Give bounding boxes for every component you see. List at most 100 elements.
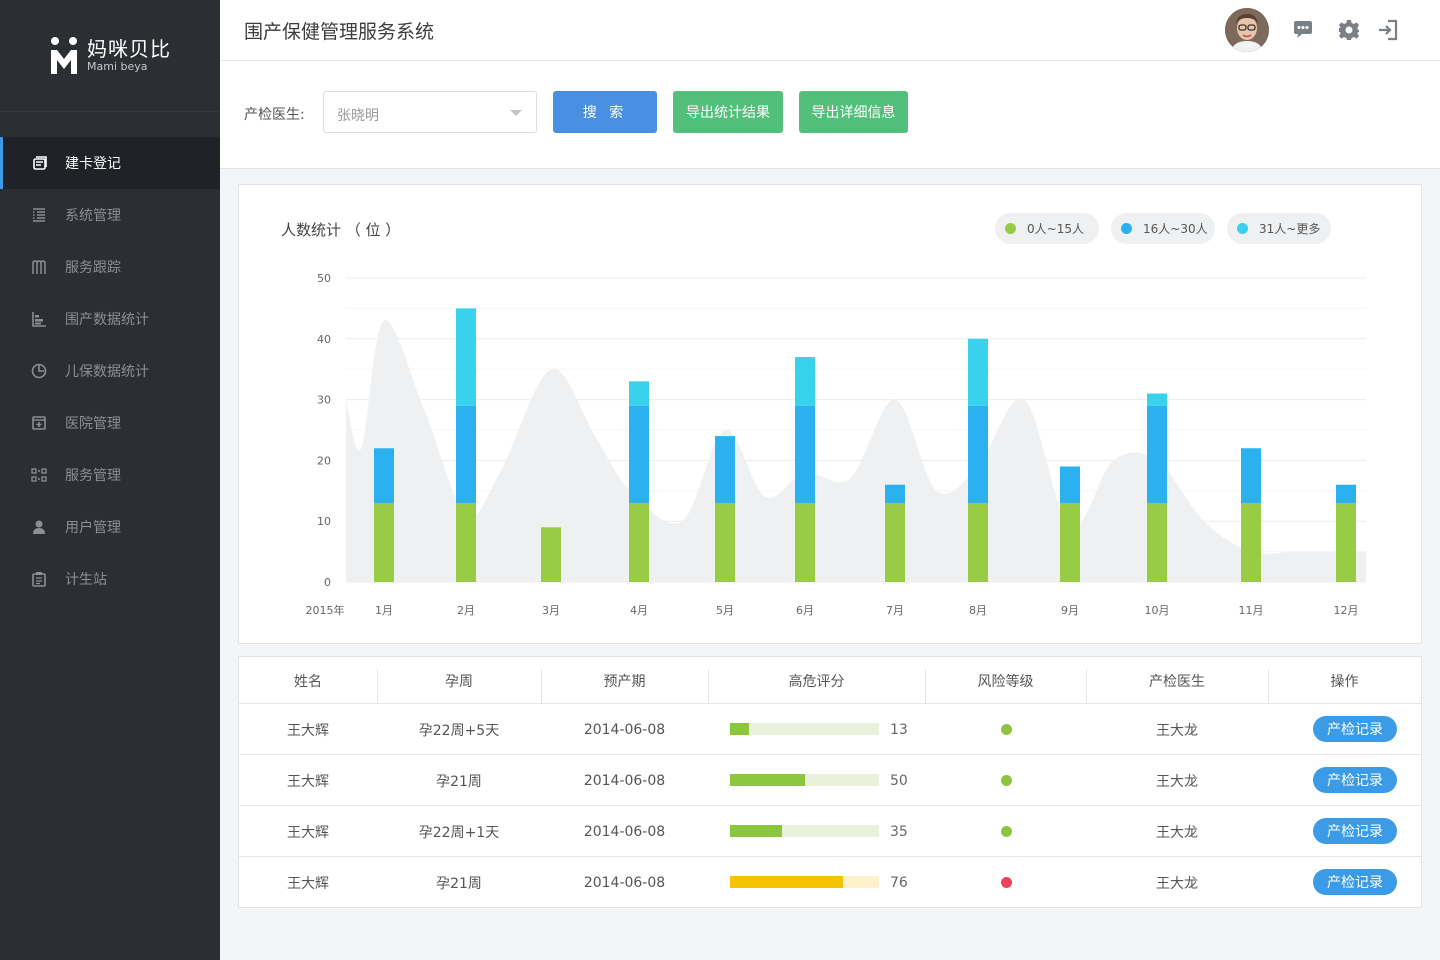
- column-header[interactable]: 姓名: [239, 657, 377, 704]
- brand-name-cn: 妈咪贝比: [87, 37, 171, 61]
- bar-1: [1060, 502, 1080, 582]
- bar-2: [1336, 484, 1356, 503]
- logout-icon[interactable]: [1376, 18, 1400, 42]
- doctor-name: 王大龙: [1156, 773, 1198, 790]
- table-row[interactable]: 王大辉 孕21周 2014-06-08 50 王大龙 产检记录: [239, 755, 1421, 806]
- x-tick-label: 2月: [457, 604, 475, 617]
- sidebar-item-label: 系统管理: [65, 208, 121, 224]
- due-date: 2014-06-08: [583, 874, 666, 891]
- user-icon: [30, 518, 48, 536]
- card-icon: [30, 154, 48, 172]
- due-date: 2014-06-08: [583, 823, 666, 840]
- search-button[interactable]: 搜 索: [553, 91, 657, 133]
- patient-name: 王大辉: [287, 875, 329, 892]
- bar-1: [885, 502, 905, 582]
- bar-2: [374, 448, 394, 503]
- chart-panel: 0 10 20 30 40 50 2015年 1月 2月 3月 4月 5月 6月 7月 8月 9月 10月 11月…: [238, 184, 1422, 644]
- risk-score-fill: [730, 876, 844, 888]
- bar-1: [374, 502, 394, 582]
- sidebar-item-8[interactable]: 用户管理: [0, 501, 220, 553]
- table-row[interactable]: 王大辉 孕22周+5天 2014-06-08 13 王大龙 产检记录: [239, 704, 1421, 755]
- bar-chart-icon: [30, 310, 48, 328]
- gear-icon[interactable]: [1337, 18, 1361, 42]
- export-stats-button[interactable]: 导出统计结果: [673, 91, 783, 133]
- sidebar-item-2[interactable]: 系统管理: [0, 189, 220, 241]
- x-tick-label: 8月: [969, 604, 987, 617]
- legend-dot: [1121, 223, 1132, 234]
- bar-1: [629, 502, 649, 582]
- risk-score-value: 76: [890, 874, 908, 891]
- column-header[interactable]: 预产期: [541, 657, 708, 704]
- chart-title: 人数统计 （ 位 ）: [281, 221, 401, 239]
- service-icon: [30, 466, 48, 484]
- export-detail-button[interactable]: 导出详细信息: [799, 91, 908, 133]
- column-header[interactable]: 孕周: [377, 657, 541, 704]
- column-header[interactable]: 高危评分: [708, 657, 925, 704]
- bar-2: [629, 405, 649, 503]
- column-divider: [1086, 669, 1087, 703]
- pregnancy-week: 孕22周+1天: [418, 824, 500, 841]
- x-tick-label: 12月: [1334, 604, 1359, 617]
- risk-score-bar: [730, 825, 879, 837]
- bar-3: [968, 338, 988, 406]
- pie-chart-icon: [30, 362, 48, 380]
- exam-record-button[interactable]: 产检记录: [1313, 818, 1397, 844]
- sidebar-item-label: 儿保数据统计: [65, 364, 149, 380]
- doctor-select[interactable]: 张晓明: [323, 91, 537, 133]
- doctor-name: 王大龙: [1156, 824, 1198, 841]
- bar-3: [795, 357, 815, 406]
- doctor-filter-label: 产检医生:: [244, 107, 305, 123]
- bar-2: [795, 405, 815, 503]
- legend-item[interactable]: 31人~更多: [1227, 213, 1331, 244]
- table-row[interactable]: 王大辉 孕22周+1天 2014-06-08 35 王大龙 产检记录: [239, 806, 1421, 857]
- chat-icon[interactable]: [1291, 18, 1315, 42]
- bar-1: [541, 527, 561, 582]
- clipboard-icon: [30, 570, 48, 588]
- sidebar-item-label: 服务跟踪: [65, 260, 121, 276]
- legend-item[interactable]: 0人~15人: [995, 213, 1099, 244]
- risk-score-fill: [730, 774, 805, 786]
- page-title: 围产保健管理服务系统: [244, 21, 435, 43]
- y-tick-label: 0: [324, 576, 331, 589]
- risk-level-dot: [1001, 775, 1012, 786]
- bar-2: [1060, 466, 1080, 503]
- background-area: [346, 320, 1366, 582]
- records-table: 姓名 孕周 预产期 高危评分 风险等级 产检医生 操作 王大辉 孕22周+5天 2014-06-…: [238, 656, 1422, 908]
- exam-record-button[interactable]: 产检记录: [1313, 869, 1397, 895]
- risk-score-value: 13: [890, 721, 908, 738]
- bar-1: [456, 502, 476, 582]
- patient-name: 王大辉: [287, 824, 329, 841]
- x-tick-label: 6月: [796, 604, 814, 617]
- table-row[interactable]: 王大辉 孕21周 2014-06-08 76 王大龙 产检记录: [239, 857, 1421, 908]
- bar-1: [1241, 502, 1261, 582]
- avatar[interactable]: [1225, 8, 1269, 52]
- exam-record-button[interactable]: 产检记录: [1313, 716, 1397, 742]
- sidebar-item-7[interactable]: 服务管理: [0, 449, 220, 501]
- table-header: 姓名 孕周 预产期 高危评分 风险等级 产检医生 操作: [239, 657, 1421, 704]
- sidebar-item-1[interactable]: 建卡登记: [0, 137, 220, 189]
- sidebar-item-5[interactable]: 儿保数据统计: [0, 345, 220, 397]
- column-header[interactable]: 产检医生: [1086, 657, 1268, 704]
- sidebar-item-6[interactable]: 医院管理: [0, 397, 220, 449]
- bar-2: [968, 405, 988, 503]
- due-date: 2014-06-08: [583, 772, 666, 789]
- risk-score-value: 35: [890, 823, 908, 840]
- x-tick-label: 3月: [542, 604, 560, 617]
- exam-record-button[interactable]: 产检记录: [1313, 767, 1397, 793]
- pregnancy-week: 孕21周: [436, 773, 482, 790]
- sidebar-item-4[interactable]: 围产数据统计: [0, 293, 220, 345]
- column-header[interactable]: 操作: [1268, 657, 1421, 704]
- sidebar-item-9[interactable]: 计生站: [0, 553, 220, 605]
- y-tick-label: 50: [317, 272, 331, 285]
- patient-name: 王大辉: [287, 773, 329, 790]
- bar-3: [456, 308, 476, 406]
- pregnancy-week: 孕21周: [436, 875, 482, 892]
- risk-score-bar: [730, 876, 879, 888]
- y-tick-label: 20: [317, 454, 331, 467]
- legend-item[interactable]: 16人~30人: [1111, 213, 1215, 244]
- sidebar-item-label: 计生站: [65, 572, 107, 588]
- sidebar-item-3[interactable]: 服务跟踪: [0, 241, 220, 293]
- column-header[interactable]: 风险等级: [925, 657, 1086, 704]
- brand-logo[interactable]: 妈咪贝比 Mami beya: [0, 0, 220, 112]
- column-divider: [925, 669, 926, 703]
